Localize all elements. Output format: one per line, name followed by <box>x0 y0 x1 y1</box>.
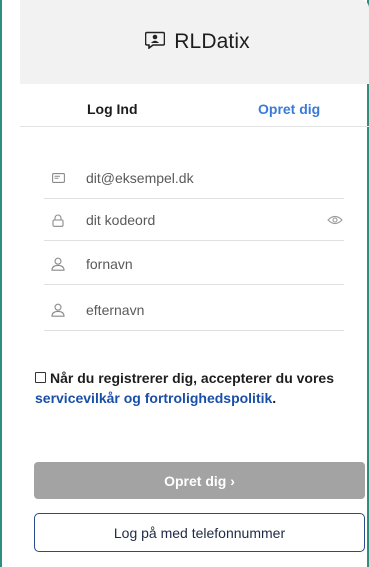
chat-person-icon <box>144 31 166 54</box>
email-field <box>44 158 344 199</box>
email-input[interactable] <box>86 170 306 186</box>
lock-icon <box>50 212 66 228</box>
last-name-field <box>44 290 344 331</box>
signup-button[interactable]: Opret dig › <box>34 462 365 499</box>
brand-logo: RLDatix <box>144 30 250 54</box>
password-field <box>44 200 344 241</box>
tab-signup[interactable]: Opret dig <box>258 101 320 117</box>
last-name-input[interactable] <box>86 302 306 318</box>
auth-tabs: Log Ind Opret dig <box>20 84 369 127</box>
mail-icon <box>50 170 66 186</box>
brand-name: RLDatix <box>174 30 250 53</box>
user-icon <box>50 256 66 272</box>
user-icon <box>50 302 66 318</box>
first-name-input[interactable] <box>86 256 306 272</box>
brand-header: RLDatix <box>20 0 369 84</box>
terms-checkbox[interactable] <box>35 372 46 383</box>
terms-text: Når du registrerer dig, accepterer du vo… <box>50 370 334 386</box>
terms-consent: Når du registrerer dig, accepterer du vo… <box>35 368 355 408</box>
phone-login-button[interactable]: Log på med telefonnummer <box>34 513 365 552</box>
tab-login[interactable]: Log Ind <box>87 101 138 117</box>
password-input[interactable] <box>86 212 306 228</box>
terms-suffix: . <box>272 390 277 406</box>
first-name-field <box>44 244 344 285</box>
eye-icon[interactable] <box>326 212 344 228</box>
auth-widget: RLDatix Log Ind Opret dig dit@eksempel.d… <box>0 0 369 567</box>
terms-link[interactable]: servicevilkår og fortrolighedspolitik <box>35 390 272 406</box>
